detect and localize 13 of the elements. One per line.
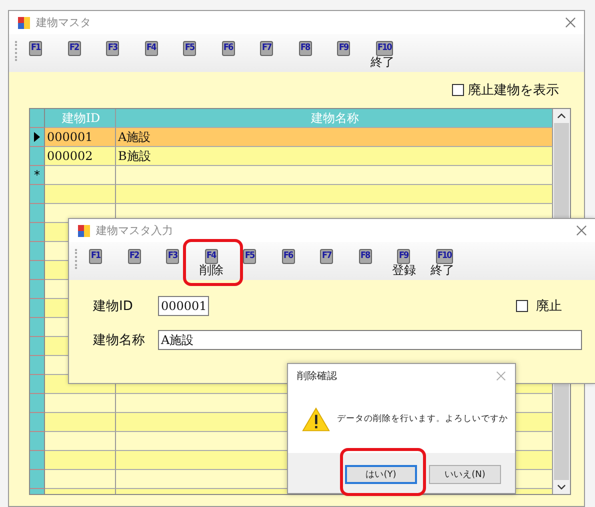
table-cell: A施設 [116, 128, 553, 147]
field-label: 建物名称 [93, 332, 146, 349]
checkbox-label: 廃止 [536, 298, 562, 315]
dialog-message: データの削除を行います。よろしいですか [337, 413, 508, 425]
window-title: 建物マスタ入力 [96, 223, 173, 238]
checkbox-label: 廃止建物を表示 [468, 82, 559, 99]
field-label: 建物ID [93, 298, 134, 315]
window-title: 建物マスタ [36, 15, 91, 30]
table-cell: 000002 [45, 147, 116, 166]
new-row-marker: * [34, 169, 40, 181]
table-cell: B施設 [116, 147, 553, 166]
dialog-title: 削除確認 [297, 370, 337, 383]
table-cell: 000001 [45, 128, 116, 147]
